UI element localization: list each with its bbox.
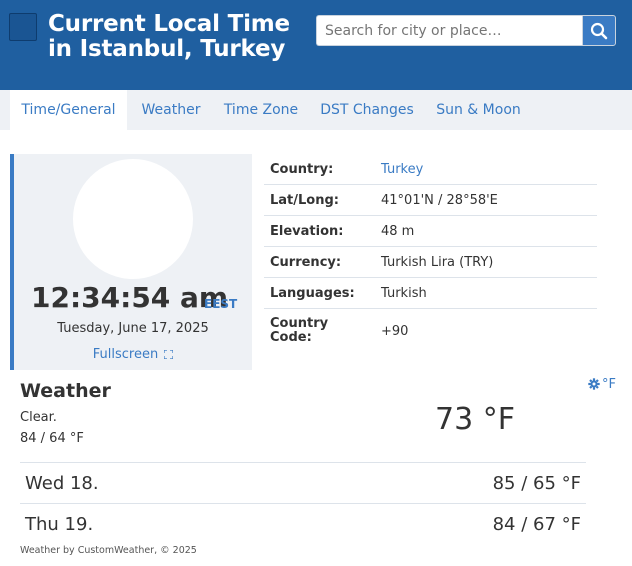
info-label: Lat/Long: [270,193,339,208]
tab-time-zone[interactable]: Time Zone [218,90,304,130]
current-temperature: 73 °F [435,402,515,437]
tab-sun-moon[interactable]: Sun & Moon [430,90,527,130]
current-time: 12:34:54 am [31,281,229,314]
info-row-latlong: Lat/Long: 41°01'N / 28°58'E [264,185,597,216]
weather-unit-settings[interactable]: °F [588,377,616,392]
info-label: Languages: [270,286,355,301]
country-link[interactable]: Turkey [381,162,423,177]
search-icon [590,22,608,39]
tab-bar: Time/General Weather Time Zone DST Chang… [0,90,632,130]
info-label: Elevation: [270,224,344,239]
search-input[interactable] [316,15,582,46]
info-label: Currency: [270,255,342,270]
analog-clock [73,159,193,279]
info-row-elevation: Elevation: 48 m [264,216,597,247]
unit-label: °F [602,377,616,392]
info-label: Country Code: [270,316,329,345]
fullscreen-link[interactable]: Fullscreen [14,347,252,362]
forecast-temp: 84 / 67 °F [492,514,581,535]
tab-dst-changes[interactable]: DST Changes [316,90,418,130]
weather-credit: Weather by CustomWeather, © 2025 [20,545,197,556]
clock-panel: 12:34:54 am EEST Tuesday, June 17, 2025 … [10,154,252,370]
tab-time-general[interactable]: Time/General [10,90,127,130]
gear-icon [588,378,600,390]
forecast-temp: 85 / 65 °F [492,473,581,494]
info-value: 48 m [381,224,415,239]
search-button[interactable] [582,15,616,46]
info-value: +90 [381,324,409,339]
forecast-row: Wed 18. 85 / 65 °F [20,462,586,503]
forecast-day: Wed 18. [25,473,99,494]
tab-weather[interactable]: Weather [130,90,212,130]
site-header: Current Local Time in Istanbul, Turkey [0,0,632,90]
info-value: Turkish Lira (TRY) [381,255,494,270]
info-label: Country: [270,162,334,177]
info-value: Turkish [381,286,427,301]
info-row-country-code: Country Code: +90 [264,309,597,353]
weather-high-low: 84 / 64 °F [20,431,84,446]
expand-icon [163,349,174,360]
forecast-row: Thu 19. 84 / 67 °F [20,503,586,544]
timezone-abbr[interactable]: EEST [204,297,237,311]
menu-button[interactable] [9,13,37,41]
info-row-languages: Languages: Turkish [264,278,597,309]
info-row-currency: Currency: Turkish Lira (TRY) [264,247,597,278]
weather-heading: Weather [20,380,111,402]
info-value: 41°01'N / 28°58'E [381,193,498,208]
current-date: Tuesday, June 17, 2025 [57,321,209,336]
fullscreen-label: Fullscreen [92,347,159,362]
forecast-day: Thu 19. [25,514,94,535]
weather-description: Clear. [20,410,57,425]
page-title: Current Local Time in Istanbul, Turkey [48,11,290,62]
info-row-country: Country: Turkey [264,154,597,185]
